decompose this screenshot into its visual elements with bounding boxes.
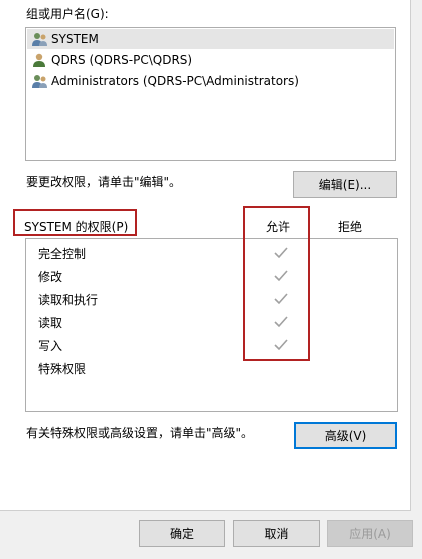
user-group-icon [31,31,48,47]
security-tab-panel: 组或用户名(G): SYSTEM QDRS (QDRS-PC\QDRS) Adm… [0,0,411,511]
perm-row-modify: 修改 [38,266,62,286]
advanced-hint: 有关特殊权限或高级设置，请单击"高级"。 [26,426,254,440]
user-name: SYSTEM [51,32,99,46]
highlight-box-title [13,209,137,236]
perm-name: 完全控制 [38,246,87,261]
user-name: QDRS (QDRS-PC\QDRS) [51,53,193,67]
user-list[interactable]: SYSTEM QDRS (QDRS-PC\QDRS) Administrator… [25,27,396,161]
perm-name: 特殊权限 [38,361,87,376]
ok-button[interactable]: 确定 [139,520,225,547]
perm-row-full-control: 完全控制 [38,243,86,263]
perm-row-special: 特殊权限 [38,358,86,378]
user-group-icon [31,73,48,89]
dialog-footer: 确定 取消 应用(A) [0,511,422,559]
apply-button[interactable]: 应用(A) [327,520,413,547]
permissions-table: 完全控制 修改 读取和执行 读取 写入 特殊权限 [25,238,398,412]
user-icon [31,52,48,68]
user-item-administrators[interactable]: Administrators (QDRS-PC\Administrators) [27,71,394,91]
cancel-button[interactable]: 取消 [233,520,320,547]
highlight-box-allow [243,206,310,361]
perm-name: 修改 [38,269,63,284]
edit-button[interactable]: 编辑(E)... [293,171,397,198]
perm-row-read-execute: 读取和执行 [38,289,98,309]
user-item-qdrs[interactable]: QDRS (QDRS-PC\QDRS) [27,50,394,70]
user-name: Administrators (QDRS-PC\Administrators) [51,74,299,88]
perm-name: 读取和执行 [38,292,99,307]
advanced-button[interactable]: 高级(V) [294,422,397,449]
deny-header: 拒绝 [338,220,363,234]
perm-name: 读取 [38,315,63,330]
perm-row-write: 写入 [38,335,62,355]
groups-label: 组或用户名(G): [26,7,109,21]
perm-name: 写入 [38,338,63,353]
edit-hint: 要更改权限，请单击"编辑"。 [26,175,182,189]
perm-row-read: 读取 [38,312,62,332]
user-item-system[interactable]: SYSTEM [27,29,394,49]
